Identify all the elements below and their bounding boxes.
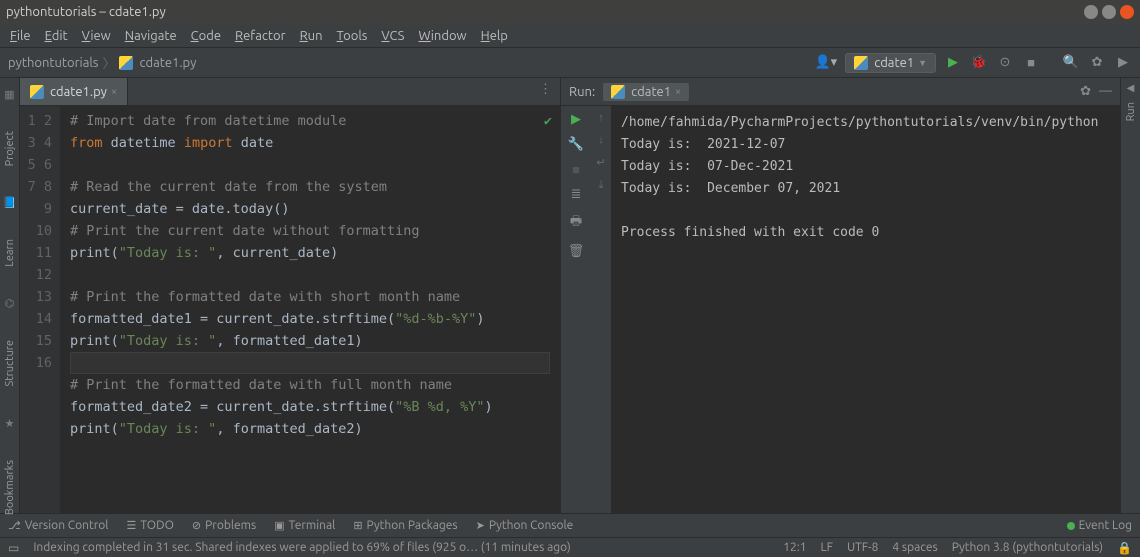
run-configuration-name: cdate1 [874,56,914,70]
run-output[interactable]: /home/fahmida/PycharmProjects/pythontuto… [611,106,1120,513]
editor-tab-bar: cdate1.py × ⋮ [20,78,560,106]
status-dot-icon [1067,522,1075,530]
menu-navigate[interactable]: Navigate [119,27,183,45]
bookmark-icon: ★ [5,417,15,430]
breadcrumb[interactable]: pythontutorials 〉 cdate1.py [8,53,196,72]
settings-button[interactable]: ✿ [1088,55,1106,70]
tool-run-right[interactable]: Run [1125,102,1137,121]
panel-minimize-icon[interactable]: — [1099,84,1112,99]
debug-button[interactable]: 🐞 [970,55,988,70]
python-file-icon [854,56,868,70]
chevron-right-icon: 〉 [102,53,115,72]
search-everywhere-button[interactable]: 🔍 [1062,55,1080,70]
tool-structure[interactable]: Structure [4,340,16,387]
menu-vcs[interactable]: VCS [375,27,410,45]
close-tab-icon[interactable]: × [675,86,681,98]
editor-tab-label: cdate1.py [50,85,107,99]
status-bar: ▭ Indexing completed in 31 sec. Shared i… [0,537,1140,557]
tool-learn[interactable]: Learn [4,239,16,267]
run-panel-header: Run: cdate1 × ✿ — [561,78,1120,106]
menu-help[interactable]: Help [475,27,514,45]
scrolllock-icon[interactable]: ⤓ [599,179,604,192]
line-gutter: 1 2 3 4 5 6 7 8 9 10 11 12 13 14 15 16 [20,106,60,513]
breadcrumb-project[interactable]: pythontutorials [8,56,98,70]
python-file-icon [119,56,133,70]
softwrap-icon[interactable]: ↵ [596,156,605,169]
print-icon[interactable]: 🖶 [567,212,585,234]
menu-run[interactable]: Run [294,27,329,45]
tool-event-log[interactable]: Event Log [1067,519,1132,532]
coverage-button[interactable]: ⊙ [996,55,1014,70]
menu-window[interactable]: Window [412,27,472,45]
status-line-separator[interactable]: LF [821,541,833,554]
analysis-ok-icon[interactable]: ✔ [544,110,552,132]
python-file-icon [611,85,625,99]
chevron-down-icon: ▼ [918,58,927,68]
close-button[interactable] [1120,5,1134,19]
tool-bookmarks[interactable]: Bookmarks [4,460,16,515]
menu-file[interactable]: File [4,27,37,45]
run-panel-title: Run: [569,85,595,99]
menu-code[interactable]: Code [185,27,227,45]
tool-problems[interactable]: ⊘Problems [192,519,256,532]
rerun-button[interactable]: ▶ [567,112,585,127]
menu-tools[interactable]: Tools [331,27,374,45]
tool-project[interactable]: Project [4,131,16,166]
lock-icon[interactable]: 🔒 [1117,541,1132,555]
tool-python-packages[interactable]: ⊞Python Packages [353,519,457,532]
panel-settings-icon[interactable]: ✿ [1080,84,1091,99]
run-button[interactable]: ▶ [944,55,962,70]
status-indent[interactable]: 4 spaces [892,541,937,554]
tool-python-console[interactable]: ➤Python Console [476,519,574,532]
tool-todo[interactable]: ☰TODO [126,519,173,532]
run-tab[interactable]: cdate1 × [603,83,689,101]
python-file-icon [30,85,44,99]
tab-options-icon[interactable]: ⋮ [531,78,560,105]
tool-terminal[interactable]: ▣Terminal [274,519,335,532]
code-area[interactable]: # Import date from datetime module from … [60,106,560,513]
up-icon[interactable]: ↑ [598,112,604,124]
run-panel: Run: cdate1 × ✿ — ▶ 🔧 ■ ≣ 🖶 🗑 ↑ ↓ [560,78,1120,513]
editor-tab[interactable]: cdate1.py × [20,78,128,105]
window-title: pythontutorials – cdate1.py [6,5,1084,19]
run-tab-label: cdate1 [631,85,671,99]
wrench-icon[interactable]: 🔧 [567,137,585,152]
menu-bar: FileEditViewNavigateCodeRefactorRunTools… [0,24,1140,48]
maximize-button[interactable] [1102,5,1116,19]
status-message: Indexing completed in 31 sec. Shared ind… [33,541,769,554]
window-buttons [1084,5,1134,19]
status-caret-position[interactable]: 12:1 [783,541,806,554]
more-button[interactable]: ▶ [1114,55,1132,70]
stop-small-button[interactable]: ■ [567,162,585,177]
breadcrumb-file[interactable]: cdate1.py [139,56,196,70]
tool-version-control[interactable]: ⎇Version Control [8,519,108,532]
menu-view[interactable]: View [76,27,117,45]
run-configuration-selector[interactable]: cdate1 ▼ [845,53,936,73]
code-editor[interactable]: 1 2 3 4 5 6 7 8 9 10 11 12 13 14 15 16 #… [20,106,560,513]
run-actions-strip: ↑ ↓ ↵ ⤓ [591,106,611,513]
folder-icon: ▦ [4,88,14,101]
minimize-button[interactable] [1084,5,1098,19]
collapse-icon[interactable]: ◀ [1127,82,1135,94]
user-icon[interactable]: 👤▾ [814,55,837,70]
editor: cdate1.py × ⋮ 1 2 3 4 5 6 7 8 9 10 11 12… [20,78,560,513]
stop-button[interactable]: ■ [1022,55,1040,70]
menu-edit[interactable]: Edit [39,27,74,45]
down-icon[interactable]: ↓ [598,134,604,146]
book-icon: 📘 [3,196,17,209]
delete-icon[interactable]: 🗑 [567,244,585,259]
status-encoding[interactable]: UTF-8 [847,541,878,554]
close-tab-icon[interactable]: × [111,86,117,98]
structure-icon: ⌬ [5,297,15,310]
menu-refactor[interactable]: Refactor [229,27,292,45]
run-toolbar: ▶ 🔧 ■ ≣ 🖶 🗑 [561,106,591,513]
bottom-tool-bar: ⎇Version Control ☰TODO ⊘Problems ▣Termin… [0,513,1140,537]
expand-icon[interactable]: ▭ [8,541,19,555]
navigation-bar: pythontutorials 〉 cdate1.py 👤▾ cdate1 ▼ … [0,48,1140,78]
layout-icon[interactable]: ≣ [567,187,585,202]
right-tool-strip: ◀ Run [1120,78,1140,513]
status-interpreter[interactable]: Python 3.8 (pythontutorials) [952,541,1103,554]
title-bar: pythontutorials – cdate1.py [0,0,1140,24]
left-tool-strip: ▦ Project 📘 Learn ⌬ Structure ★ Bookmark… [0,78,20,513]
